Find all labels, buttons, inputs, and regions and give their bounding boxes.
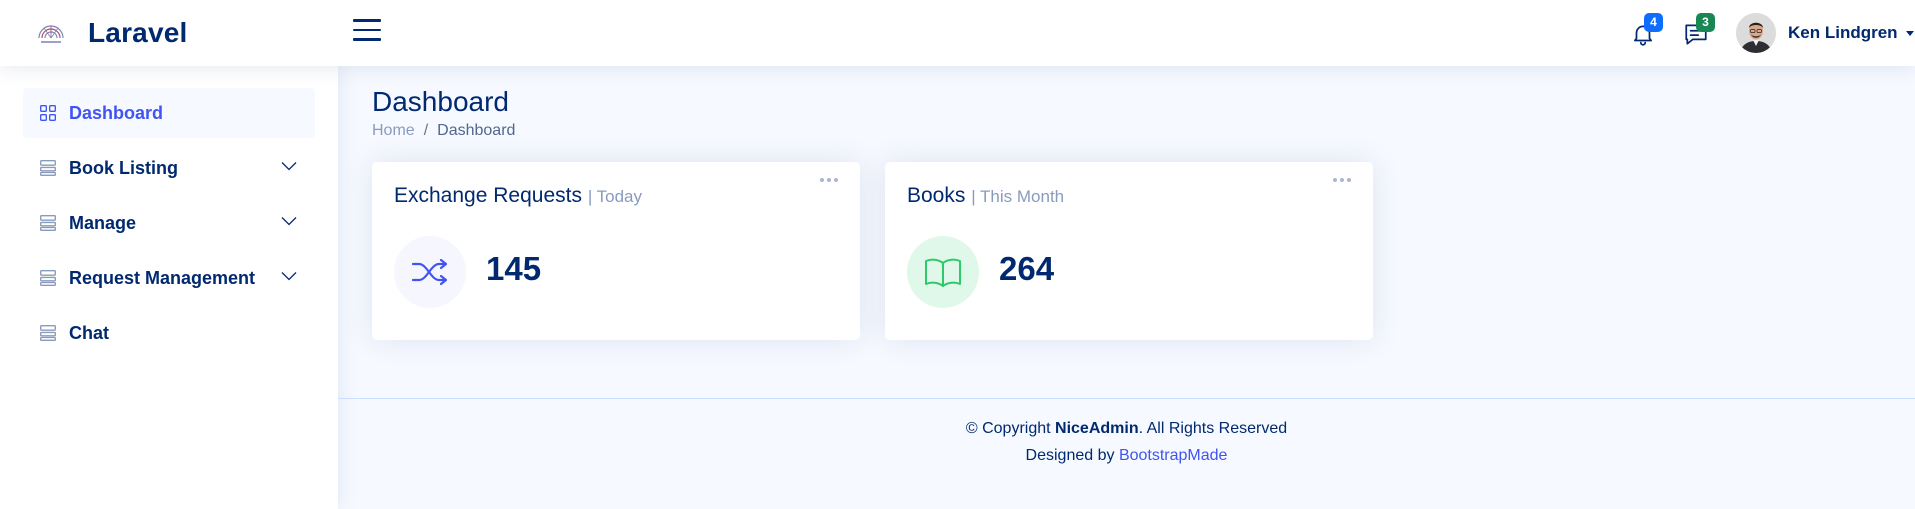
menu-line — [353, 38, 381, 41]
dot — [834, 178, 838, 182]
grid-icon — [40, 105, 56, 121]
toggle-sidebar-button[interactable] — [353, 19, 381, 47]
sidebar-item-label: Request Management — [69, 267, 256, 288]
messages-badge: 3 — [1696, 13, 1715, 32]
layout-list-icon — [40, 215, 56, 231]
credits-text: Designed by BootstrapMade — [338, 447, 1915, 465]
card-subtitle: | This Month — [971, 187, 1065, 206]
sidebar-item-label: Manage — [69, 212, 137, 233]
sidebar: Dashboard Book Listing Manage Request Ma… — [0, 66, 338, 509]
sidebar-item-label: Book Listing — [69, 157, 178, 178]
chevron-down-icon — [281, 162, 297, 171]
card-title-text: Books — [907, 184, 966, 207]
card-options-button[interactable] — [820, 178, 838, 182]
avatar — [1736, 13, 1776, 53]
dot — [1333, 178, 1337, 182]
dot — [820, 178, 824, 182]
sidebar-item-chat[interactable]: Chat — [23, 308, 315, 358]
sidebar-item-manage[interactable]: Manage — [23, 198, 315, 248]
copyright-prefix: © Copyright — [965, 420, 1051, 437]
layout-list-icon — [40, 270, 56, 286]
logo[interactable]: Laravel — [36, 14, 187, 52]
profile-dropdown[interactable]: Ken Lindgren — [1736, 12, 1914, 54]
copyright-text: © Copyright NiceAdmin. All Rights Reserv… — [338, 420, 1915, 438]
book-icon — [925, 258, 961, 287]
avatar-image — [1736, 13, 1776, 53]
sidebar-item-label: Chat — [69, 322, 109, 343]
logo-mark-icon — [38, 25, 64, 43]
layout-list-icon — [40, 160, 56, 176]
copyright-suffix: . All Rights Reserved — [1138, 420, 1288, 437]
chevron-down-icon — [281, 217, 297, 226]
notifications-badge: 4 — [1644, 13, 1663, 32]
card-value: 264 — [999, 250, 1055, 287]
copyright-brand: NiceAdmin — [1055, 420, 1139, 437]
menu-line — [353, 28, 381, 31]
sidebar-item-dashboard[interactable]: Dashboard — [23, 88, 315, 138]
card-subtitle: | Today — [587, 187, 643, 206]
breadcrumb: Home / Dashboard — [372, 122, 515, 140]
footer: © Copyright NiceAdmin. All Rights Reserv… — [338, 420, 1915, 465]
footer-divider — [338, 398, 1915, 399]
layout-list-icon — [40, 325, 56, 341]
profile-name: Ken Lindgren — [1788, 23, 1898, 42]
card-icon-circle — [394, 236, 466, 308]
messages-button[interactable]: 3 — [1679, 13, 1715, 51]
card-title: Exchange Requests | Today — [394, 184, 642, 208]
menu-line — [353, 19, 381, 22]
dot — [1340, 178, 1344, 182]
card-title-text: Exchange Requests — [394, 184, 582, 207]
dot — [827, 178, 831, 182]
sidebar-item-label: Dashboard — [69, 102, 164, 123]
bootstrapmade-link[interactable]: BootstrapMade — [1119, 447, 1228, 464]
top-header: Laravel 4 3 Ken Lindgren — [0, 0, 1915, 66]
shuffle-icon — [411, 258, 448, 286]
breadcrumb-separator: / — [423, 122, 429, 139]
notifications-button[interactable]: 4 — [1627, 13, 1663, 51]
card-options-button[interactable] — [1333, 178, 1351, 182]
caret-down-icon — [1905, 30, 1914, 36]
card-icon-circle — [907, 236, 979, 308]
card-title: Books | This Month — [907, 184, 1064, 208]
sidebar-item-book-listing[interactable]: Book Listing — [23, 143, 315, 193]
brand-name: Laravel — [88, 17, 188, 48]
books-card: Books | This Month 264 — [885, 162, 1373, 340]
breadcrumb-current: Dashboard — [437, 122, 516, 139]
sidebar-item-request-management[interactable]: Request Management — [23, 253, 315, 303]
exchange-requests-card: Exchange Requests | Today 145 — [372, 162, 860, 340]
breadcrumb-home-link[interactable]: Home — [372, 122, 415, 140]
dot — [1347, 178, 1351, 182]
card-value: 145 — [486, 250, 542, 287]
designed-by-label: Designed by — [1025, 447, 1115, 464]
chevron-down-icon — [281, 272, 297, 281]
page-title: Dashboard — [372, 86, 509, 117]
